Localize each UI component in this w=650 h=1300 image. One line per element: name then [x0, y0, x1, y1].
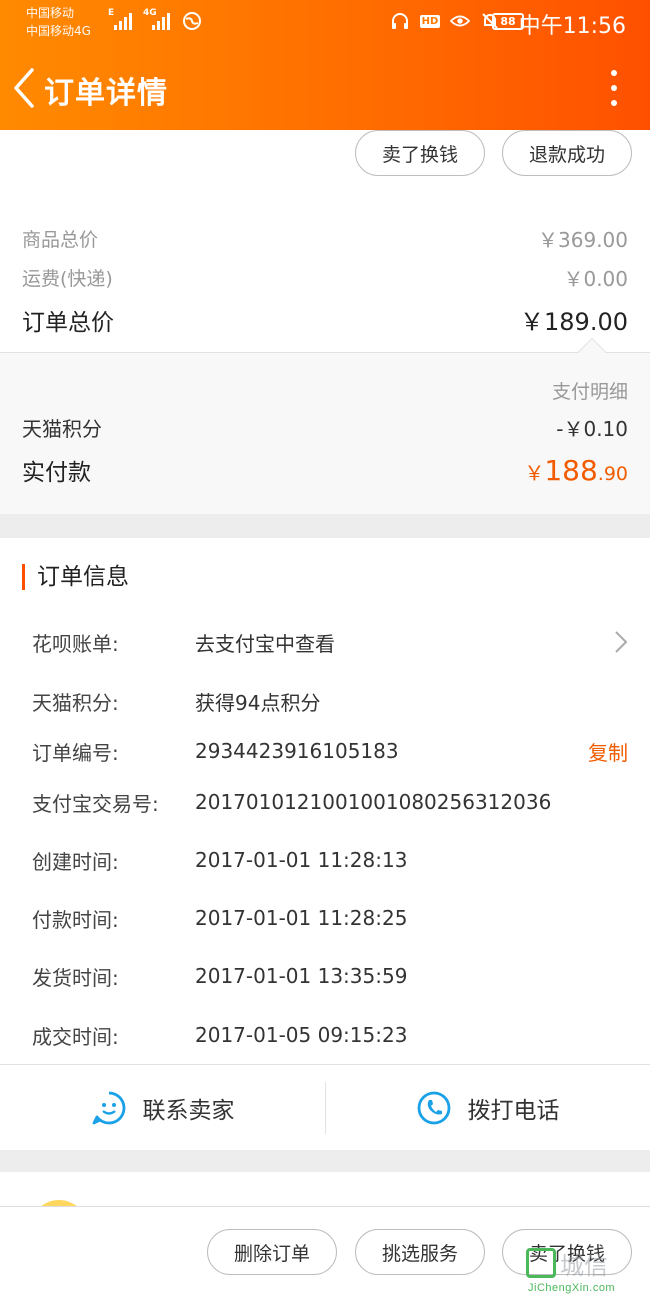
nav-header: 订单详情 — [0, 50, 650, 126]
huabei-bill-row[interactable]: 花呗账单: 去支付宝中查看 — [32, 627, 628, 657]
signal-icon-1 — [114, 12, 132, 30]
paid-time-row: 付款时间: 2017-01-01 11:28:25 — [32, 903, 628, 933]
paid-decimal: .90 — [597, 462, 628, 485]
payment-detail-header: 支付明细 — [22, 377, 628, 404]
chat-face-icon — [92, 1091, 125, 1124]
info-label: 支付宝交易号: — [32, 791, 159, 816]
info-label: 创建时间: — [32, 849, 119, 874]
dot-icon — [611, 70, 617, 76]
refund-status-button[interactable]: 退款成功 — [502, 130, 632, 176]
info-value: 2934423916105183 — [195, 739, 399, 763]
alipay-trade-row: 支付宝交易号: 2017010121001001080256312036 — [32, 787, 628, 817]
page-title: 订单详情 — [44, 76, 168, 111]
paid-amount: ￥188.90 — [524, 454, 628, 487]
points-row: 天猫积分 -￥0.10 — [22, 413, 628, 442]
info-label: 花呗账单: — [32, 631, 119, 656]
paid-label: 实付款 — [22, 460, 91, 486]
dot-icon — [611, 100, 617, 106]
clock: 中午11:56 — [518, 14, 626, 39]
goods-total-label: 商品总价 — [22, 229, 99, 251]
watermark-url: JiChengXin.com — [528, 1282, 616, 1294]
info-value: 2017-01-01 11:28:13 — [195, 848, 408, 872]
order-total-label: 订单总价 — [22, 309, 114, 336]
info-value: 2017-01-01 11:28:25 — [195, 906, 408, 930]
paid-integer: 188 — [544, 453, 598, 487]
points-label: 天猫积分 — [22, 417, 102, 441]
info-label: 付款时间: — [32, 907, 119, 932]
phone-icon — [417, 1091, 450, 1124]
select-service-button[interactable]: 挑选服务 — [355, 1229, 485, 1275]
headphones-icon — [390, 11, 410, 31]
status-icons: HD — [390, 11, 500, 31]
carrier-2: 中国移动4G — [26, 24, 91, 38]
info-value: 2017-01-01 13:35:59 — [195, 964, 408, 988]
order-info-card: 订单信息 花呗账单: 去支付宝中查看 天猫积分: 获得94点积分 订单编号: 2… — [0, 538, 650, 1150]
chevron-left-icon — [14, 68, 34, 108]
watermark-box-icon — [526, 1248, 556, 1278]
info-label: 天猫积分: — [32, 690, 119, 715]
dot-icon — [611, 85, 617, 91]
info-label: 订单编号: — [32, 740, 119, 765]
app-header-background: 中国移动 中国移动4G E 4G HD 88 中午11:56 订单详情 — [0, 0, 650, 130]
section-title: 订单信息 — [22, 564, 129, 590]
watermark-logo: 城信 JiChengXin.com — [526, 1246, 642, 1300]
info-value: 去支付宝中查看 — [195, 631, 335, 656]
created-time-row: 创建时间: 2017-01-01 11:28:13 — [32, 845, 628, 875]
hd-icon: HD — [419, 11, 441, 31]
shipping-value: ￥0.00 — [563, 267, 628, 291]
copy-button[interactable]: 复制 — [588, 737, 628, 766]
watermark-text: 城信 — [560, 1252, 608, 1280]
more-menu-button[interactable] — [608, 70, 620, 106]
chevron-right-icon — [615, 631, 628, 653]
closed-time-row: 成交时间: 2017-01-05 09:15:23 — [32, 1020, 628, 1050]
sell-exchange-button-top[interactable]: 卖了换钱 — [355, 130, 485, 176]
info-value: 2017010121001001080256312036 — [195, 790, 552, 814]
shipping-row: 运费(快递) ￥0.00 — [22, 263, 628, 292]
paid-currency: ￥ — [524, 460, 545, 485]
signal-icon-2 — [152, 12, 170, 30]
globe-icon — [182, 11, 202, 31]
contact-seller-label: 联系卖家 — [142, 1097, 235, 1124]
call-phone-label: 拨打电话 — [467, 1097, 560, 1124]
goods-total-row: 商品总价 ￥369.00 — [22, 224, 628, 253]
carrier-1: 中国移动 — [26, 6, 75, 20]
shipped-time-row: 发货时间: 2017-01-01 13:35:59 — [32, 961, 628, 991]
goods-total-value: ￥369.00 — [538, 228, 628, 252]
info-value: 获得94点积分 — [195, 690, 321, 715]
payment-detail-link[interactable]: 支付明细 — [552, 377, 628, 404]
price-summary-card: 卖了换钱 退款成功 商品总价 ￥369.00 运费(快递) ￥0.00 订单总价… — [0, 130, 650, 352]
order-total-row: 订单总价 ￥189.00 — [22, 302, 628, 337]
shipping-label: 运费(快递) — [22, 268, 113, 290]
paid-row: 实付款 ￥188.90 — [22, 453, 628, 487]
call-phone-button[interactable]: 拨打电话 — [325, 1065, 650, 1150]
info-label: 发货时间: — [32, 965, 119, 990]
points-value: -￥0.10 — [556, 417, 628, 441]
carrier-info: 中国移动 中国移动4G — [26, 4, 91, 40]
battery-level: 88 — [500, 15, 516, 28]
delete-order-button[interactable]: 删除订单 — [207, 1229, 337, 1275]
order-total-value: ￥189.00 — [520, 308, 628, 336]
eye-icon — [450, 11, 470, 31]
order-number-row: 订单编号: 2934423916105183 复制 — [32, 736, 628, 766]
payment-detail-card: 支付明细 天猫积分 -￥0.10 实付款 ￥188.90 — [0, 337, 650, 514]
contact-seller-button[interactable]: 联系卖家 — [0, 1065, 325, 1150]
tmall-points-row: 天猫积分: 获得94点积分 — [32, 686, 628, 716]
hd-badge: HD — [419, 14, 441, 28]
back-button[interactable] — [10, 66, 38, 110]
info-value: 2017-01-05 09:15:23 — [195, 1023, 408, 1047]
status-bar: 中国移动 中国移动4G E 4G HD 88 中午11:56 — [0, 0, 650, 44]
info-label: 成交时间: — [32, 1024, 119, 1049]
